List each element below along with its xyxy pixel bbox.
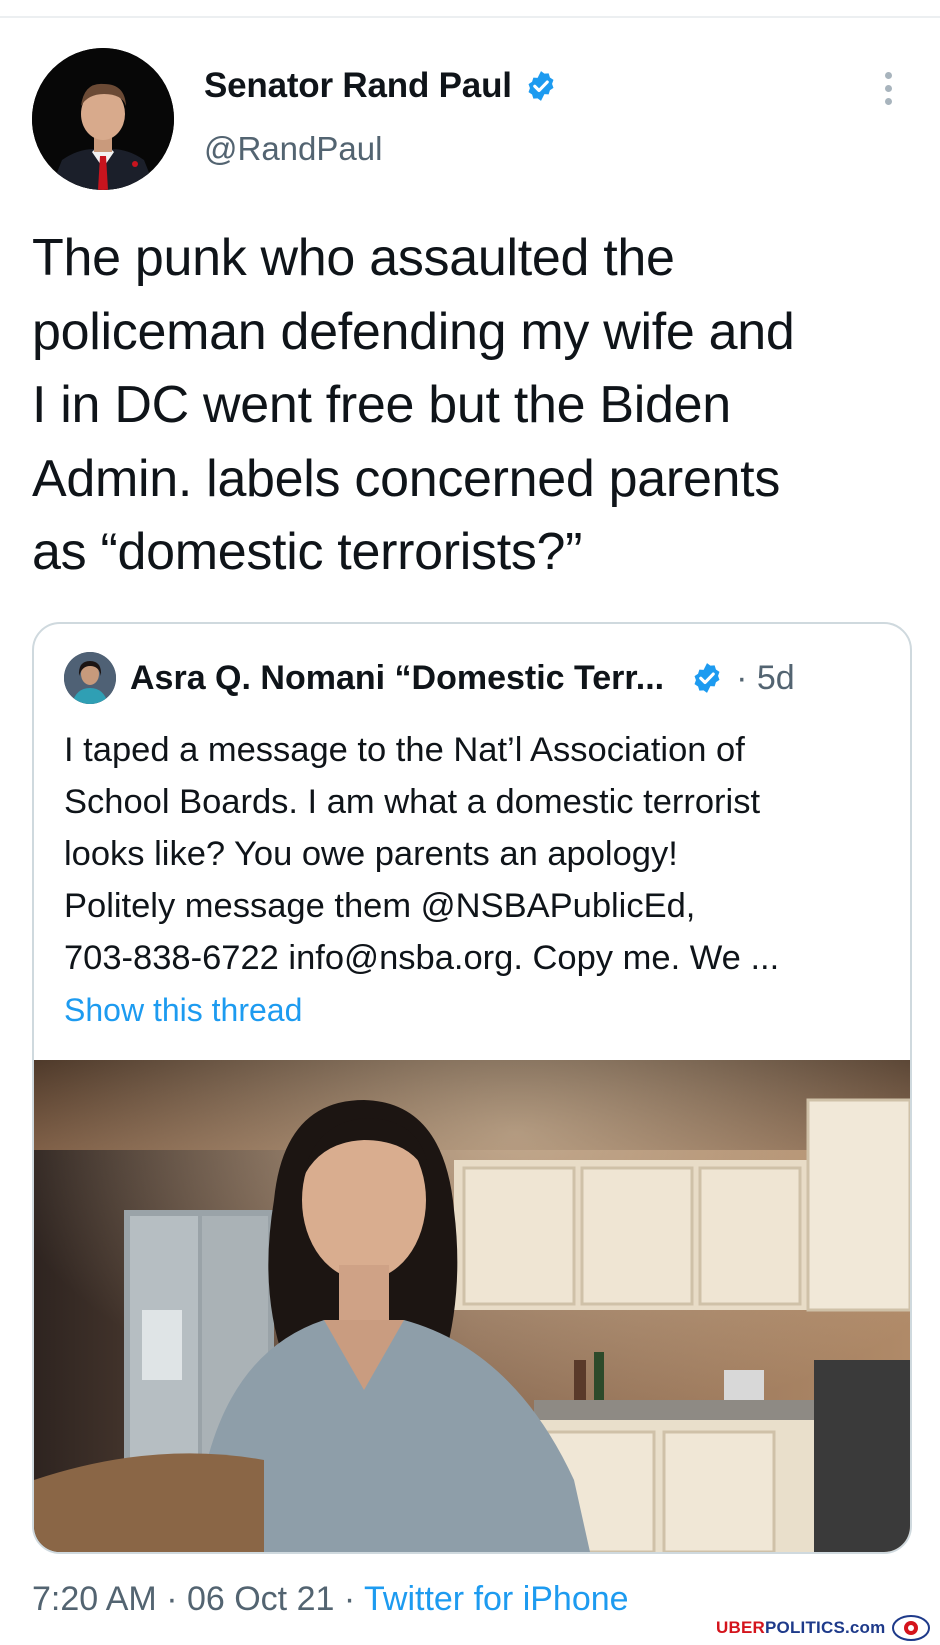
watermark-brand-blue: POLITICS bbox=[764, 1618, 845, 1637]
quoted-timestamp[interactable]: · 5d bbox=[736, 659, 795, 698]
quoted-video-frame[interactable] bbox=[34, 1060, 910, 1552]
quoted-text-line: School Boards. I am what a domestic terr… bbox=[64, 783, 761, 821]
tweet-source-link[interactable]: Twitter for iPhone bbox=[364, 1580, 629, 1618]
show-thread-link[interactable]: Show this thread bbox=[64, 992, 302, 1029]
tweet-text-line: as “domestic terrorists?” bbox=[32, 523, 583, 581]
author-avatar[interactable] bbox=[32, 48, 174, 190]
verified-badge-icon bbox=[528, 71, 554, 101]
quoted-author-avatar[interactable] bbox=[64, 652, 116, 704]
quoted-author-name[interactable]: Asra Q. Nomani “Domestic Terr... bbox=[130, 659, 664, 698]
tweet-text-line: I in DC went free but the Biden bbox=[32, 376, 731, 434]
author-handle[interactable]: @RandPaul bbox=[204, 130, 382, 168]
quoted-text-line: I taped a message to the Nat’l Associati… bbox=[64, 731, 745, 769]
author-display-name[interactable]: Senator Rand Paul bbox=[204, 66, 512, 106]
meta-separator: · bbox=[156, 1580, 187, 1618]
quoted-text-line: 703-838-6722 info@nsba.org. Copy me. We … bbox=[64, 939, 780, 977]
more-vertical-icon[interactable] bbox=[880, 72, 896, 112]
tweet-text-line: Admin. labels concerned parents bbox=[32, 449, 781, 508]
tweet-text-line: The punk who assaulted the bbox=[32, 229, 675, 287]
quoted-tweet-text: I taped a message to the Nat’l Associati… bbox=[64, 724, 884, 984]
quoted-text-line: looks like? You owe parents an apology! bbox=[64, 835, 678, 873]
tweet-text: The punk who assaulted the policeman def… bbox=[32, 222, 912, 590]
quoted-text-line: Politely message them @NSBAPublicEd, bbox=[64, 887, 696, 925]
tweet-time[interactable]: 7:20 AM bbox=[32, 1580, 157, 1618]
tweet-text-line: policeman defending my wife and bbox=[32, 302, 795, 361]
verified-badge-icon bbox=[694, 663, 720, 693]
watermark-brand-red: UBER bbox=[716, 1618, 765, 1637]
quoted-tweet-header: Asra Q. Nomani “Domestic Terr... · 5d bbox=[64, 652, 795, 704]
watermark-suffix: .com bbox=[844, 1618, 886, 1637]
watermark-logo-icon bbox=[892, 1615, 931, 1641]
author-name-row: Senator Rand Paul bbox=[204, 66, 558, 106]
tweet-date[interactable]: 06 Oct 21 bbox=[187, 1580, 334, 1618]
tweet-metadata: 7:20 AM · 06 Oct 21 · Twitter for iPhone bbox=[32, 1580, 629, 1619]
quoted-tweet-card[interactable]: Asra Q. Nomani “Domestic Terr... · 5d I … bbox=[32, 622, 912, 1554]
top-divider bbox=[0, 16, 940, 18]
meta-separator: · bbox=[334, 1580, 364, 1618]
site-watermark: UBERPOLITICS.com bbox=[716, 1614, 931, 1642]
watermark-text: UBERPOLITICS.com bbox=[716, 1618, 885, 1638]
